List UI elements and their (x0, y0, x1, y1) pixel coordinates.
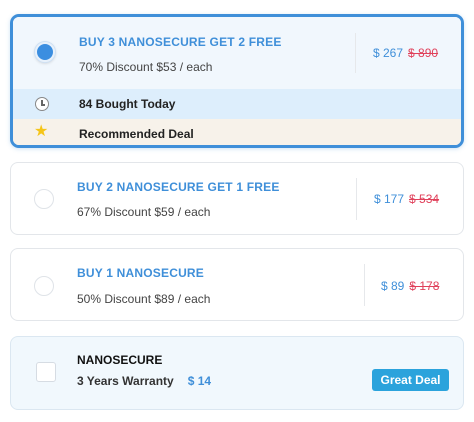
clock-icon (35, 97, 49, 111)
recommended-row: ★ Recommended Deal (13, 119, 461, 145)
star-icon: ★ (34, 123, 49, 140)
price-divider (355, 33, 356, 73)
warranty-checkbox[interactable] (36, 362, 56, 382)
offer-discount: 70% Discount $53 / each (79, 60, 213, 74)
offer-radio-selected[interactable] (35, 42, 55, 62)
old-price: $ 890 (408, 46, 439, 60)
offer-radio[interactable] (34, 276, 54, 296)
warranty-addon[interactable]: NANOSECURE 3 Years Warranty $ 14 Great De… (10, 336, 464, 410)
price-divider (356, 178, 357, 220)
current-price: $ 177 (374, 192, 405, 206)
warranty-price: $ 14 (187, 374, 212, 388)
warranty-subtitle: 3 Years Warranty (77, 374, 174, 388)
offer-title: BUY 1 NANOSECURE (77, 266, 205, 280)
offer-price: $ 89 $ 178 (381, 279, 439, 293)
offer-card-buy1[interactable]: BUY 1 NANOSECURE 50% Discount $89 / each… (10, 248, 464, 321)
old-price: $ 178 (409, 279, 440, 293)
price-divider (364, 264, 365, 306)
offer-discount: 50% Discount $89 / each (77, 292, 211, 306)
offer-card-buy3[interactable]: BUY 3 NANOSECURE GET 2 FREE 70% Discount… (10, 14, 464, 148)
warranty-subtitle-row: 3 Years Warranty $ 14 (77, 374, 211, 388)
warranty-title: NANOSECURE (77, 353, 163, 367)
offer-title: BUY 3 NANOSECURE GET 2 FREE (79, 35, 282, 49)
offer-price: $ 267 $ 890 (373, 46, 438, 60)
old-price: $ 534 (409, 192, 440, 206)
recommended-label: Recommended Deal (79, 127, 194, 141)
bought-today-label: 84 Bought Today (79, 97, 176, 111)
offer-price: $ 177 $ 534 (374, 192, 439, 206)
offer-card-buy2[interactable]: BUY 2 NANOSECURE GET 1 FREE 67% Discount… (10, 162, 464, 235)
offer-radio[interactable] (34, 189, 54, 209)
offer-discount: 67% Discount $59 / each (77, 205, 211, 219)
offer-title: BUY 2 NANOSECURE GET 1 FREE (77, 180, 280, 194)
great-deal-badge: Great Deal (372, 369, 449, 391)
current-price: $ 89 (381, 279, 405, 293)
bought-today-row: 84 Bought Today (13, 89, 461, 119)
current-price: $ 267 (373, 46, 404, 60)
